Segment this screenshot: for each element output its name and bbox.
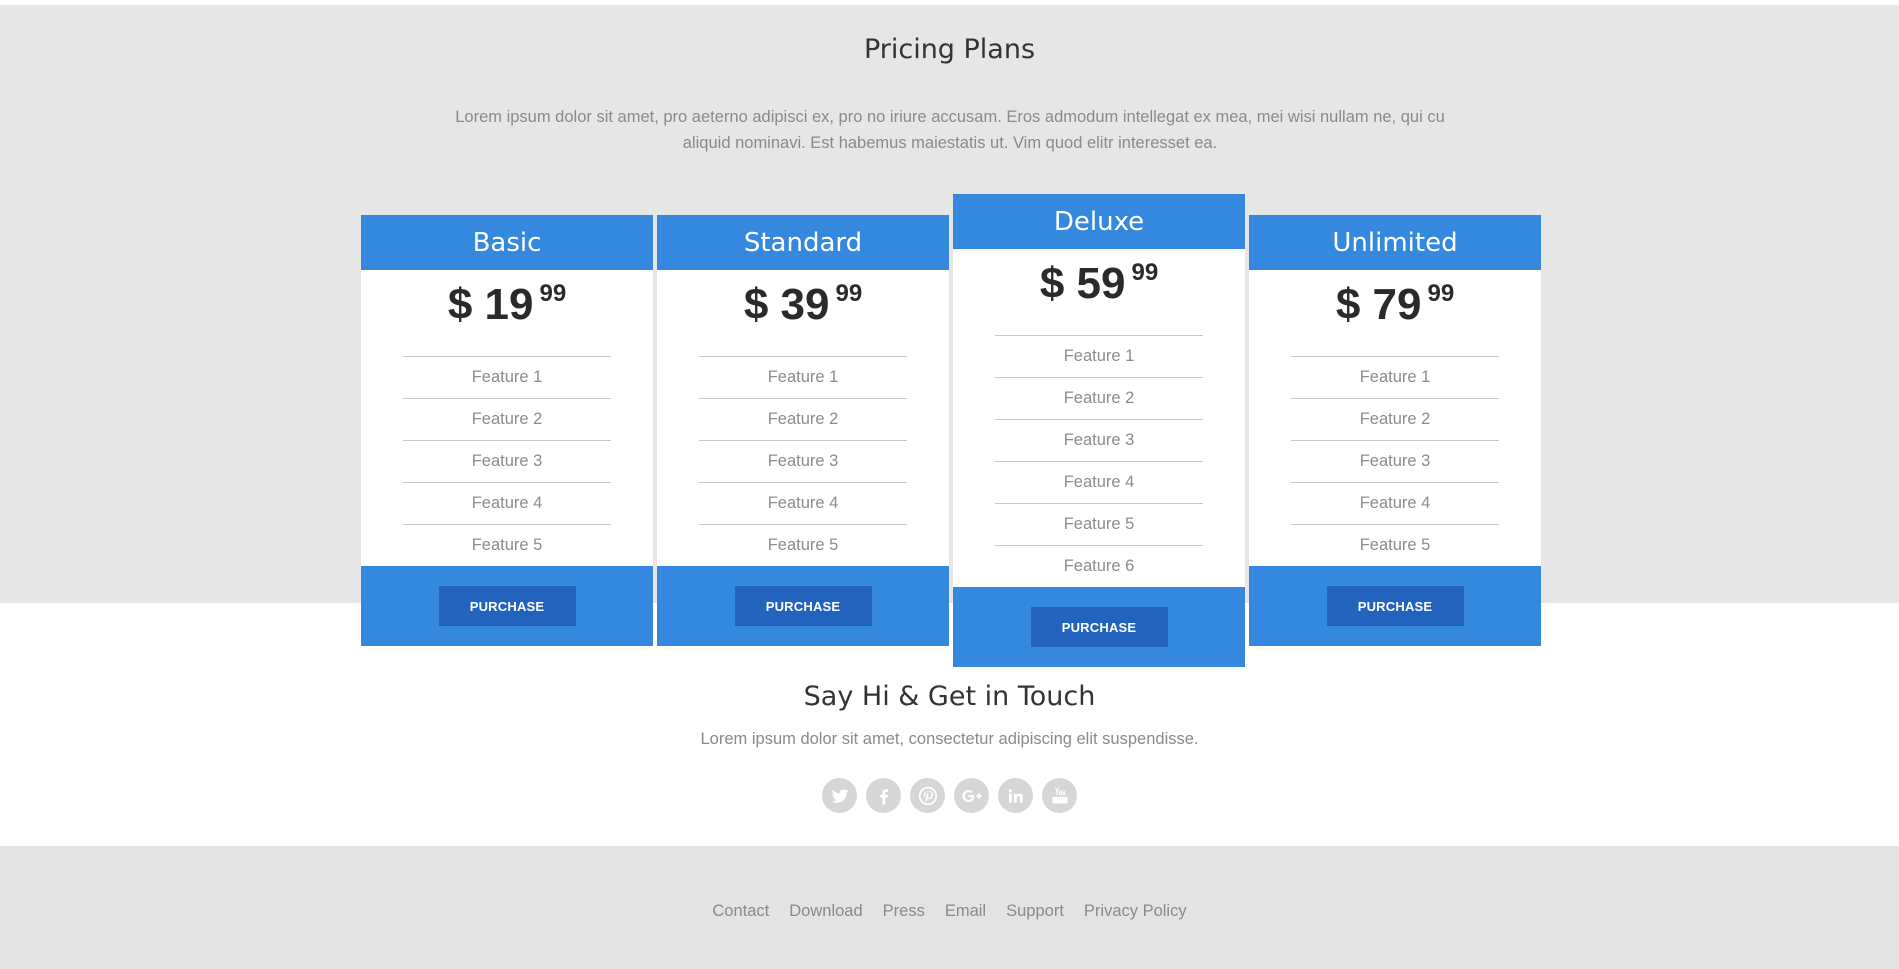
feature-item: Feature 5 — [1291, 524, 1499, 566]
linkedin-icon[interactable] — [998, 778, 1033, 813]
page-title: Pricing Plans — [863, 34, 1036, 65]
price-amount: 19 — [484, 280, 534, 329]
plan-card-unlimited: Unlimited $ 79 99 Feature 1 Feature 2 Fea… — [1249, 215, 1541, 646]
feature-item: Feature 3 — [995, 419, 1203, 461]
plan-name: Standard — [657, 215, 949, 270]
feature-item: Feature 6 — [995, 545, 1203, 587]
footer-nav: Contact Download Press Email Support Pri… — [0, 902, 1899, 921]
purchase-button-unlimited[interactable]: PURCHASE — [1326, 586, 1464, 626]
plan-card-standard: Standard $ 39 99 Feature 1 Feature 2 Feat… — [657, 215, 949, 646]
purchase-button-deluxe[interactable]: PURCHASE — [1030, 607, 1168, 647]
plan-name: Basic — [361, 215, 653, 270]
feature-list: Feature 1 Feature 2 Feature 3 Feature 4 … — [995, 335, 1203, 587]
plan-card-deluxe: Deluxe $ 59 99 Feature 1 Feature 2 Featur… — [953, 194, 1245, 667]
feature-item: Feature 4 — [699, 482, 907, 524]
footer-link-support[interactable]: Support — [1006, 902, 1064, 921]
contact-subtitle: Lorem ipsum dolor sit amet, consectetur … — [700, 730, 1199, 748]
footer-link-email[interactable]: Email — [945, 902, 986, 921]
facebook-icon[interactable] — [866, 778, 901, 813]
price-cents: 99 — [1427, 280, 1455, 307]
twitter-icon[interactable] — [822, 778, 857, 813]
youtube-icon[interactable] — [1042, 778, 1077, 813]
footer-link-download[interactable]: Download — [789, 902, 862, 921]
feature-item: Feature 2 — [699, 398, 907, 440]
feature-item: Feature 4 — [995, 461, 1203, 503]
price-amount: 39 — [780, 280, 830, 329]
feature-item: Feature 5 — [403, 524, 611, 566]
price-cents: 99 — [835, 280, 863, 307]
feature-item: Feature 2 — [1291, 398, 1499, 440]
feature-item: Feature 3 — [403, 440, 611, 482]
plan-card-basic: Basic $ 19 99 Feature 1 Feature 2 Feature… — [361, 215, 653, 646]
pinterest-icon[interactable] — [910, 778, 945, 813]
price-cents: 99 — [1131, 259, 1159, 286]
plan-name: Unlimited — [1249, 215, 1541, 270]
price-currency: $ — [447, 280, 473, 329]
feature-item: Feature 3 — [1291, 440, 1499, 482]
plan-footer: PURCHASE — [1249, 566, 1541, 646]
plan-price: $ 19 99 — [361, 270, 653, 356]
feature-item: Feature 2 — [995, 377, 1203, 419]
price-amount: 79 — [1372, 280, 1422, 329]
feature-item: Feature 1 — [995, 335, 1203, 377]
plan-footer: PURCHASE — [657, 566, 949, 646]
feature-item: Feature 2 — [403, 398, 611, 440]
contact-title: Say Hi & Get in Touch — [803, 681, 1096, 712]
pricing-intro: Lorem ipsum dolor sit amet, pro aeterno … — [455, 108, 1445, 152]
plan-price: $ 79 99 — [1249, 270, 1541, 356]
pricing-section — [0, 5, 1899, 603]
footer-link-press[interactable]: Press — [883, 902, 925, 921]
plan-footer: PURCHASE — [361, 566, 653, 646]
feature-list: Feature 1 Feature 2 Feature 3 Feature 4 … — [1291, 356, 1499, 566]
social-links — [0, 778, 1899, 813]
purchase-button-basic[interactable]: PURCHASE — [438, 586, 576, 626]
feature-item: Feature 3 — [699, 440, 907, 482]
price-amount: 59 — [1076, 259, 1126, 308]
price-currency: $ — [1335, 280, 1361, 329]
feature-list: Feature 1 Feature 2 Feature 3 Feature 4 … — [699, 356, 907, 566]
plan-price: $ 39 99 — [657, 270, 949, 356]
feature-list: Feature 1 Feature 2 Feature 3 Feature 4 … — [403, 356, 611, 566]
footer-link-privacy-policy[interactable]: Privacy Policy — [1084, 902, 1187, 921]
purchase-button-standard[interactable]: PURCHASE — [734, 586, 872, 626]
plan-footer: PURCHASE — [953, 587, 1245, 667]
plan-price: $ 59 99 — [953, 249, 1245, 335]
feature-item: Feature 1 — [1291, 356, 1499, 398]
plan-name: Deluxe — [953, 194, 1245, 249]
google-plus-icon[interactable] — [954, 778, 989, 813]
footer-link-contact[interactable]: Contact — [712, 902, 769, 921]
feature-item: Feature 4 — [1291, 482, 1499, 524]
feature-item: Feature 1 — [699, 356, 907, 398]
feature-item: Feature 5 — [995, 503, 1203, 545]
price-currency: $ — [1039, 259, 1065, 308]
feature-item: Feature 5 — [699, 524, 907, 566]
price-currency: $ — [743, 280, 769, 329]
feature-item: Feature 4 — [403, 482, 611, 524]
feature-item: Feature 1 — [403, 356, 611, 398]
price-cents: 99 — [539, 280, 567, 307]
